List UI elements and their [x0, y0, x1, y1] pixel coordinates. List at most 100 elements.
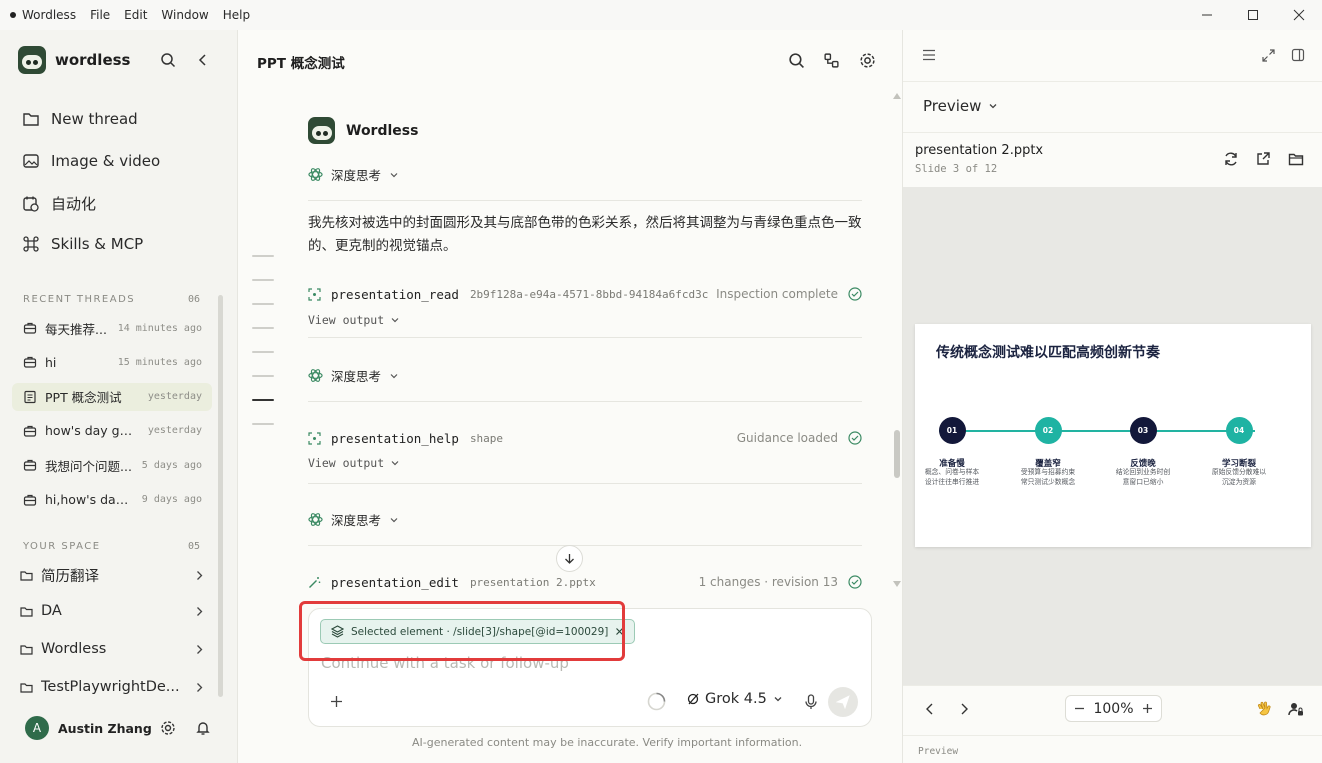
timeline-node[interactable]: 01 — [938, 417, 966, 444]
folder-icon — [20, 682, 33, 693]
ai-disclaimer: AI-generated content may be inaccurate. … — [412, 736, 803, 749]
tool-call-row[interactable]: presentation_help shape Guidance loaded — [308, 428, 862, 448]
model-selector[interactable]: Grok 4.5 — [687, 691, 783, 707]
timeline-description: 受预算与招募约束常只测试少数概念 — [1020, 468, 1076, 486]
nav-image-video[interactable]: Image & video — [22, 152, 160, 170]
sidebar: wordless New thread Image & video 自动化 Sk… — [0, 30, 238, 763]
user-lock-icon[interactable] — [1288, 701, 1304, 717]
thread-time: 14 minutes ago — [117, 322, 202, 334]
space-item[interactable]: Wordless — [20, 641, 204, 657]
briefcase-icon — [23, 425, 37, 437]
tool-status: Guidance loaded — [736, 431, 838, 445]
minimize-button[interactable] — [1184, 0, 1230, 30]
space-label: Wordless — [41, 641, 107, 657]
check-circle-icon — [848, 575, 862, 589]
thread-item[interactable]: 每天推荐... 14 minutes ago — [12, 314, 212, 342]
tool-status: Inspection complete — [716, 287, 838, 301]
close-window-button[interactable] — [1276, 0, 1322, 30]
timeline-node[interactable]: 04 — [1225, 417, 1253, 444]
space-item[interactable]: 简历翻译 — [20, 565, 204, 586]
brand-name: wordless — [55, 51, 131, 69]
prev-slide-icon[interactable] — [925, 703, 935, 715]
thread-time: yesterday — [147, 425, 202, 437]
folder-open-icon[interactable] — [1288, 151, 1304, 167]
search-icon[interactable] — [788, 52, 805, 69]
wave-hand-icon[interactable] — [1255, 700, 1273, 718]
microphone-icon[interactable] — [804, 694, 818, 710]
deep-think-toggle[interactable]: 深度思考 — [308, 366, 399, 385]
chevron-down-icon — [390, 172, 398, 177]
nav-automation[interactable]: 自动化 — [22, 193, 96, 214]
timeline-line — [939, 430, 1255, 432]
timeline-description: 概念、问卷与样本设计往往串行推进 — [924, 468, 980, 486]
chat-panel: PPT 概念测试 Wordless 深度思考 我先核对被选中的封面圆形及其与底部… — [238, 30, 902, 763]
send-button[interactable] — [828, 687, 858, 717]
folder-icon — [23, 113, 39, 126]
sidebar-scrollbar[interactable] — [218, 295, 223, 697]
timeline-node[interactable]: 02 — [1034, 417, 1062, 444]
expand-icon[interactable] — [1262, 49, 1275, 62]
deep-think-toggle[interactable]: 深度思考 — [308, 510, 399, 529]
recent-threads-count: 06 — [187, 294, 200, 305]
thread-item[interactable]: 我想问个问题... 5 days ago — [12, 451, 212, 479]
bell-icon[interactable] — [195, 720, 211, 736]
slide-canvas: 传统概念测试难以匹配高频创新节奏 01 准备慢 概念、问卷与样本设计往往串行推进 02… — [903, 187, 1322, 685]
zoom-out-icon[interactable] — [1074, 703, 1085, 714]
chevron-right-icon — [197, 571, 203, 580]
chevron-down-icon — [391, 318, 399, 323]
scroll-up-arrow-icon[interactable] — [893, 93, 901, 99]
tool-arg: shape — [469, 431, 504, 445]
panel-toggle-icon[interactable] — [1291, 48, 1305, 62]
thread-title: PPT 概念测试 — [45, 390, 122, 406]
plus-icon[interactable] — [330, 695, 343, 708]
space-item[interactable]: TestPlaywrightDe... — [20, 679, 204, 695]
tool-call-row[interactable]: presentation_read 2b9f128a-e94a-4571-8bb… — [308, 284, 862, 304]
menu-help[interactable]: Help — [223, 8, 250, 22]
nav-skills-mcp[interactable]: Skills & MCP — [22, 235, 143, 253]
thread-title: hi,how's day g... — [45, 492, 135, 507]
settings-icon[interactable] — [160, 720, 176, 736]
app-dot-icon — [10, 12, 16, 18]
tool-call-row[interactable]: presentation_edit presentation 2.pptx 1 … — [308, 572, 862, 592]
menu-file[interactable]: File — [90, 8, 110, 22]
nav-new-thread[interactable]: New thread — [22, 110, 138, 128]
menu-window[interactable]: Window — [161, 8, 208, 22]
thread-title: PPT 概念测试 — [257, 56, 345, 72]
view-output-toggle[interactable]: View output — [308, 456, 400, 470]
space-item[interactable]: DA — [20, 603, 204, 619]
zoom-in-icon[interactable] — [1142, 703, 1153, 714]
maximize-button[interactable] — [1230, 0, 1276, 30]
next-slide-icon[interactable] — [959, 703, 969, 715]
loading-spinner-icon — [647, 692, 666, 711]
search-icon[interactable] — [160, 52, 176, 68]
chat-scrollbar[interactable] — [894, 430, 900, 478]
atom-icon — [308, 369, 323, 382]
thread-item[interactable]: hi,how's day g... 9 days ago — [12, 486, 212, 514]
refresh-icon[interactable] — [1223, 151, 1239, 167]
scroll-to-bottom-button[interactable] — [556, 545, 583, 572]
slide-counter: Slide 3 of 12 — [915, 163, 998, 175]
gear-icon[interactable] — [859, 52, 876, 69]
thread-item[interactable]: hi 15 minutes ago — [12, 348, 212, 376]
thread-item[interactable]: PPT 概念测试 yesterday — [12, 382, 212, 411]
space-label: DA — [41, 603, 62, 619]
user-profile[interactable]: A Austin Zhang — [25, 716, 152, 740]
timeline-node[interactable]: 03 — [1129, 417, 1157, 444]
preview-mode-dropdown[interactable]: Preview — [923, 97, 998, 115]
thread-time: 9 days ago — [141, 494, 202, 505]
collapse-sidebar-icon[interactable] — [195, 52, 211, 68]
tool-name: presentation_edit — [331, 574, 459, 590]
view-output-toggle[interactable]: View output — [308, 313, 400, 327]
deep-think-toggle[interactable]: 深度思考 — [308, 165, 399, 184]
slide-thumbnail[interactable]: 传统概念测试难以匹配高频创新节奏 01 准备慢 概念、问卷与样本设计往往串行推进 02… — [915, 324, 1311, 547]
scroll-down-arrow-icon[interactable] — [893, 581, 901, 587]
thread-item[interactable]: how's day goin... yesterday — [12, 417, 212, 445]
preview-footer-label: Preview — [918, 746, 959, 757]
app-name: Wordless — [22, 8, 77, 22]
agent-name: Wordless — [346, 122, 419, 139]
external-link-icon[interactable] — [1255, 151, 1271, 167]
menu-icon[interactable] — [922, 49, 936, 61]
branch-icon[interactable] — [823, 52, 840, 69]
menu-edit[interactable]: Edit — [124, 8, 147, 22]
brand[interactable]: wordless — [18, 46, 130, 74]
